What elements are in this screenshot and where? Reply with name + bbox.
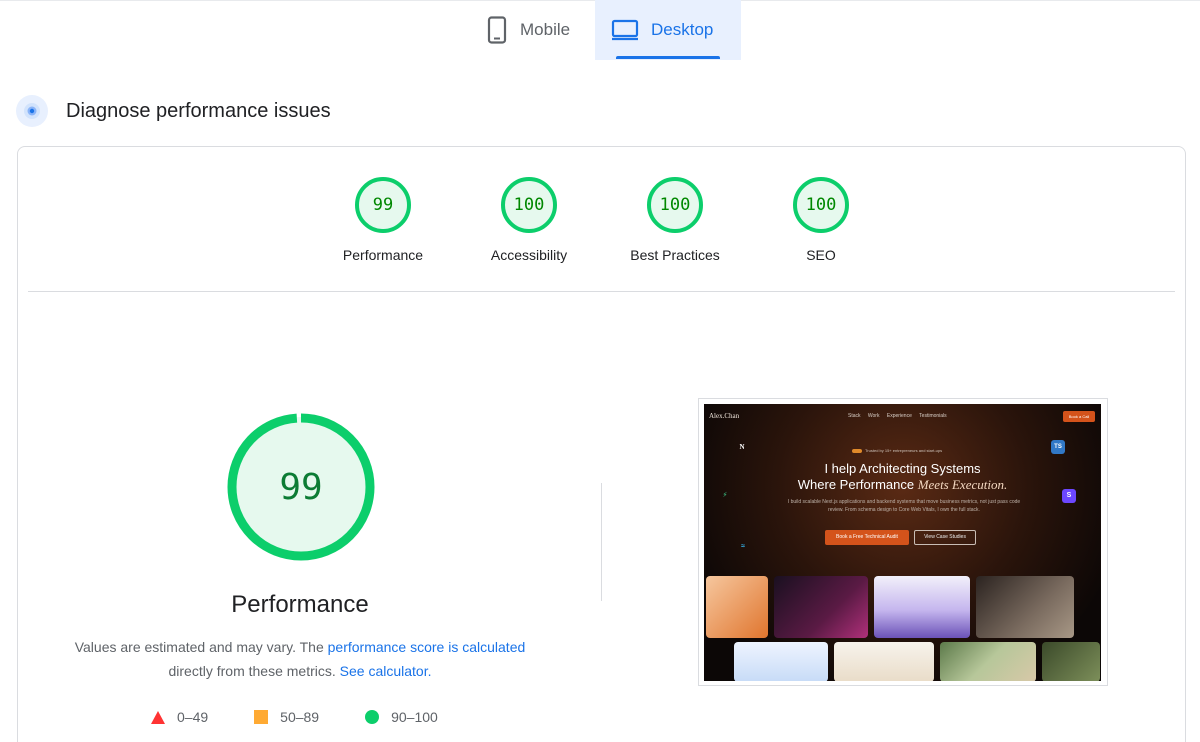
legend-pass-label: 90–100 — [391, 709, 438, 725]
project-tile — [734, 642, 828, 681]
performance-title: Performance — [231, 591, 369, 618]
square-icon — [254, 710, 269, 724]
project-tile — [774, 576, 868, 638]
gauge-label: Accessibility — [490, 247, 568, 263]
legend-fail: 0–49 — [151, 709, 208, 725]
gauge-accessibility[interactable]: 100 Accessibility — [469, 177, 589, 263]
gauge-seo[interactable]: 100 SEO — [761, 177, 881, 263]
gauge-label: Best Practices — [630, 247, 720, 263]
gauge-score: 99 — [372, 195, 394, 215]
tab-mobile[interactable]: Mobile — [470, 0, 595, 60]
legend-average-label: 50–89 — [280, 709, 320, 725]
tailwind-logo-icon: ≈ — [741, 543, 745, 550]
final-screenshot[interactable]: Alex.Chan Stack Work Experience Testimon… — [698, 398, 1108, 686]
circle-icon — [365, 710, 380, 724]
screenshot-primary-cta: Book a Free Technical Audit — [825, 530, 909, 545]
section-title: Diagnose performance issues — [66, 99, 331, 122]
gauges-divider — [28, 291, 1175, 292]
legend-pass: 90–100 — [365, 709, 438, 725]
screenshot-headline: I help Architecting Systems Where Perfor… — [797, 461, 1008, 492]
tab-desktop-label: Desktop — [651, 20, 714, 39]
gauge-label: Performance — [342, 247, 424, 263]
screenshot-nav-links: Stack Work Experience Testimonials — [848, 413, 947, 419]
category-gauges: 99 Performance 100 Accessibility 100 Bes… — [18, 177, 1185, 277]
gauge-score: 100 — [659, 195, 691, 215]
performance-gauge-large: 99 — [227, 413, 375, 561]
description-text-2: directly from these metrics. — [168, 663, 336, 679]
project-tile — [874, 576, 970, 638]
section-header: Diagnose performance issues — [16, 95, 331, 127]
gauge-best-practices[interactable]: 100 Best Practices — [615, 177, 735, 263]
project-tile — [940, 642, 1036, 681]
see-calculator-link[interactable]: See calculator. — [340, 663, 432, 679]
tab-desktop[interactable]: Desktop — [595, 0, 741, 60]
screenshot-project-tiles — [704, 574, 1101, 681]
project-tile — [1042, 642, 1100, 681]
screenshot-trust-line: Trusted by 15+ entrepreneurs and start-u… — [852, 448, 942, 453]
page-screenshot-image: Alex.Chan Stack Work Experience Testimon… — [704, 404, 1101, 681]
gauge-label: SEO — [806, 247, 836, 263]
triangle-icon — [151, 710, 165, 724]
tab-mobile-label: Mobile — [520, 20, 571, 39]
large-gauge-score: 99 — [279, 466, 323, 508]
gauge-ring: 99 — [355, 177, 411, 233]
project-tile — [834, 642, 934, 681]
score-calculated-link[interactable]: performance score is calculated — [328, 639, 526, 655]
gauge-ring: 100 — [647, 177, 703, 233]
gauge-score: 100 — [805, 195, 837, 215]
gauge-score: 100 — [513, 195, 545, 215]
screenshot-subtext: I build scalable Next.js applications an… — [787, 499, 1021, 513]
score-legend: 0–49 50–89 90–100 — [151, 709, 484, 725]
gauge-performance[interactable]: 99 Performance — [323, 177, 443, 263]
screenshot-brand: Alex.Chan — [709, 412, 740, 420]
legend-fail-label: 0–49 — [177, 709, 209, 725]
gauge-ring: 100 — [793, 177, 849, 233]
device-tabs: Mobile Desktop — [470, 0, 741, 60]
screenshot-secondary-cta: View Case Studies — [914, 530, 976, 545]
active-tab-indicator — [616, 56, 720, 59]
project-tile — [706, 576, 768, 638]
screenshot-nav-cta: Book a Call — [1063, 411, 1095, 422]
report-card: 99 Performance 100 Accessibility 100 Bes… — [17, 146, 1186, 742]
score-description: Values are estimated and may vary. The p… — [60, 635, 540, 683]
desktop-icon — [611, 15, 639, 45]
description-text: Values are estimated and may vary. The — [74, 639, 328, 655]
nextjs-logo-icon: N — [739, 443, 745, 451]
screenshot-nav: Alex.Chan Stack Work Experience Testimon… — [704, 410, 1101, 424]
lighthouse-icon — [16, 95, 48, 127]
legend-average: 50–89 — [254, 709, 319, 725]
gauge-ring: 100 — [501, 177, 557, 233]
smartphone-icon — [486, 15, 508, 45]
typescript-logo-icon: TS — [1051, 440, 1065, 454]
vertical-separator — [601, 483, 602, 601]
project-tile — [976, 576, 1074, 638]
